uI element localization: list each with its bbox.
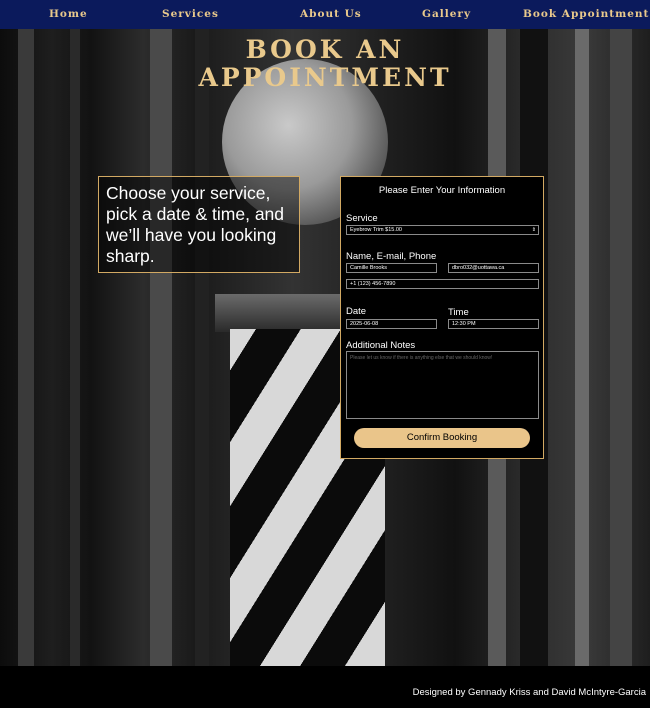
page-title: BOOK AN APPOINTMENT [198, 35, 452, 92]
nav-book-appointment[interactable]: Book Appointment [523, 8, 649, 20]
nav-about-us[interactable]: About Us [300, 8, 362, 20]
nav-gallery[interactable]: Gallery [422, 8, 471, 20]
time-field[interactable]: 12:30 PM [448, 319, 539, 329]
top-nav: Home Services About Us Gallery Book Appo… [0, 0, 650, 29]
email-field[interactable]: dbro032@uottawa.ca [448, 263, 539, 273]
background-barber-pole-image [0, 29, 650, 666]
contact-label: Name, E-mail, Phone [346, 251, 437, 262]
phone-field[interactable]: +1 (123) 456-7890 [346, 279, 539, 289]
notes-label: Additional Notes [346, 340, 416, 351]
booking-form: Please Enter Your Information Service Ey… [340, 176, 544, 459]
intro-text: Choose your service, pick a date & time,… [106, 183, 285, 266]
name-field[interactable]: Camille Brooks [346, 263, 437, 273]
form-title: Please Enter Your Information [378, 185, 506, 196]
service-select[interactable]: Eyebrow Trim $15.00 ⇕ [346, 225, 539, 235]
confirm-booking-button[interactable]: Confirm Booking [354, 428, 530, 448]
date-label: Date [346, 306, 367, 317]
nav-home[interactable]: Home [49, 8, 88, 20]
notes-textarea[interactable]: Please let us know if there is anything … [346, 351, 539, 419]
select-arrows-icon: ⇕ [531, 227, 536, 233]
nav-services[interactable]: Services [162, 8, 219, 20]
date-field[interactable]: 2025-06-08 [346, 319, 437, 329]
footer: Designed by Gennady Kriss and David McIn… [0, 666, 650, 708]
footer-credit: Designed by Gennady Kriss and David McIn… [412, 687, 646, 698]
service-label: Service [346, 213, 378, 224]
intro-text-box: Choose your service, pick a date & time,… [98, 176, 300, 273]
time-label: Time [448, 307, 469, 318]
